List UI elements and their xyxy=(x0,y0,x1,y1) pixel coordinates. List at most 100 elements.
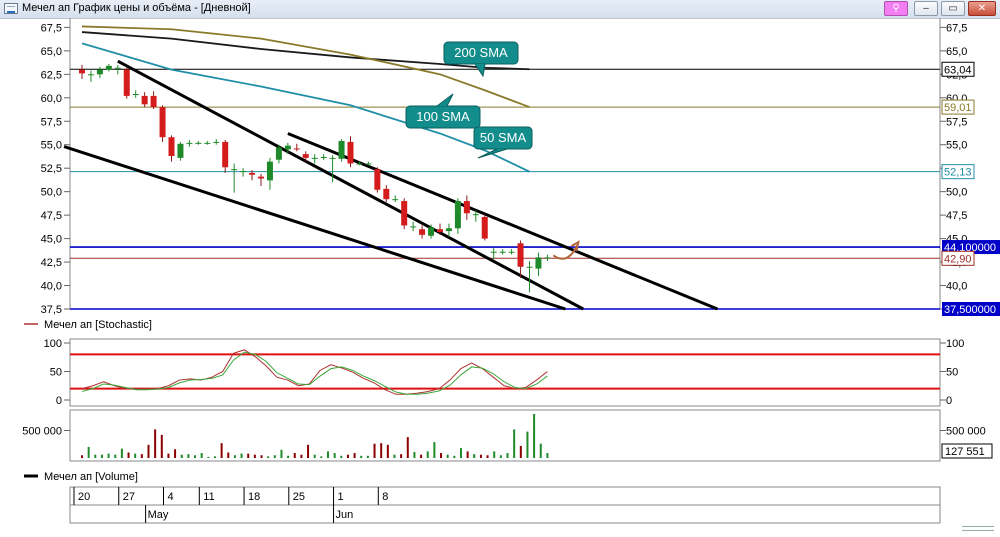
date-tick-label: 18 xyxy=(248,491,260,503)
price-volume-chart[interactable]: 37,537,540,040,042,542,545,045,047,547,5… xyxy=(0,18,1000,537)
price-ytick-label-right: 55,0 xyxy=(946,140,967,152)
candle-body xyxy=(168,137,175,156)
candle-body xyxy=(186,142,193,144)
pin-button[interactable]: ⚲ xyxy=(884,1,908,16)
sma-callout-label: 50 SMA xyxy=(480,130,527,145)
restore-button[interactable]: ▭ xyxy=(941,1,965,16)
candle-body xyxy=(150,95,157,108)
date-tick-label: 11 xyxy=(203,491,214,503)
date-tick-label: 27 xyxy=(123,491,135,503)
candle-body xyxy=(517,243,524,267)
candle-body xyxy=(87,74,94,76)
candle-body xyxy=(499,251,506,253)
price-ytick-label-left: 57,5 xyxy=(41,116,62,128)
sma-callout-label: 200 SMA xyxy=(454,45,508,60)
date-tick-label: 8 xyxy=(382,491,388,503)
candle-body xyxy=(159,107,166,138)
level-value-label: 63,04 xyxy=(944,64,972,76)
level-value-label: 59,01 xyxy=(944,102,972,114)
candle-body xyxy=(320,156,327,158)
vol-last-label: 127 551 xyxy=(945,446,985,458)
candle-body xyxy=(195,142,202,144)
candle-body xyxy=(490,251,497,253)
candle-body xyxy=(445,228,452,232)
candle-body xyxy=(114,67,121,69)
stoch-ytick-label-left: 0 xyxy=(56,395,62,407)
price-ytick-label-right: 67,5 xyxy=(946,22,967,34)
minimize-button[interactable]: – xyxy=(914,1,938,16)
candle-body xyxy=(96,69,103,75)
level-value-label: 52,13 xyxy=(944,167,972,179)
stoch-ytick-label-left: 100 xyxy=(44,338,62,350)
candle-body xyxy=(240,171,247,173)
candle-body xyxy=(231,169,238,171)
candle-body xyxy=(249,172,256,175)
window-title: Мечел ап График цены и объёма - [Дневной… xyxy=(22,2,251,14)
candle-body xyxy=(544,257,551,259)
candle-body xyxy=(79,69,85,74)
level-badge-label: 37,500000 xyxy=(944,304,996,316)
candle-body xyxy=(141,95,148,105)
app-icon xyxy=(4,3,18,14)
candle-body xyxy=(123,69,130,96)
price-ytick-label-left: 47,5 xyxy=(41,210,62,222)
price-ytick-label-right: 50,0 xyxy=(946,187,967,199)
candle-body xyxy=(526,266,533,268)
candle-body xyxy=(365,163,372,165)
candle-body xyxy=(463,201,470,214)
price-ytick-label-right: 47,5 xyxy=(946,210,967,222)
candle-body xyxy=(258,176,264,179)
candle-body xyxy=(204,142,211,144)
price-ytick-label-left: 50,0 xyxy=(41,187,62,199)
price-ytick-label-left: 65,0 xyxy=(41,46,62,58)
price-ytick-label-left: 60,0 xyxy=(41,93,62,105)
candle-body xyxy=(472,214,479,216)
candle-body xyxy=(419,229,426,235)
stoch-ytick-label-right: 50 xyxy=(946,367,958,379)
candle-body xyxy=(284,145,291,150)
date-tick-label: 1 xyxy=(338,491,344,503)
price-ytick-label-right: 57,5 xyxy=(946,116,967,128)
candle-body xyxy=(410,226,417,228)
candle-body xyxy=(177,143,184,158)
price-ytick-label-left: 42,5 xyxy=(41,257,62,269)
candle-body xyxy=(356,163,363,165)
price-ytick-label-left: 37,5 xyxy=(41,304,62,316)
price-ytick-label-left: 62,5 xyxy=(41,69,62,81)
candle-body xyxy=(132,94,139,96)
sma-callout-label: 100 SMA xyxy=(416,109,470,124)
candle-body xyxy=(329,157,336,159)
price-ytick-label-left: 45,0 xyxy=(41,234,62,246)
stoch-ytick-label-right: 0 xyxy=(946,395,952,407)
candle-body xyxy=(383,188,390,200)
vol-ytick-label-right: 500 000 xyxy=(946,426,986,438)
stochastic-legend-label: Мечел ап [Stochastic] xyxy=(44,319,152,331)
candle-body xyxy=(437,229,443,233)
candle-body xyxy=(338,140,345,159)
price-ytick-label-left: 55,0 xyxy=(41,140,62,152)
candle-body xyxy=(275,147,282,160)
date-tick-label: 20 xyxy=(78,491,90,503)
stoch-ytick-label-left: 50 xyxy=(50,367,62,379)
candle-body xyxy=(508,251,515,253)
candle-body xyxy=(293,148,300,150)
month-tick-label: Jun xyxy=(336,509,354,521)
resize-grip[interactable] xyxy=(962,526,994,531)
window-titlebar: Мечел ап График цены и объёма - [Дневной… xyxy=(0,0,1000,19)
volume-legend-label: Мечел ап [Volume] xyxy=(44,471,138,483)
price-ytick-label-left: 67,5 xyxy=(41,22,62,34)
month-tick-label: May xyxy=(148,509,169,521)
price-ytick-label-left: 52,5 xyxy=(41,163,62,175)
candle-body xyxy=(481,217,488,239)
candle-body xyxy=(428,227,435,236)
stochastic-panel-frame xyxy=(69,338,941,407)
candle-body xyxy=(392,199,399,201)
price-ytick-label-left: 40,0 xyxy=(41,281,62,293)
vol-ytick-label-left: 500 000 xyxy=(22,426,62,438)
candle-body xyxy=(105,65,112,70)
close-button[interactable]: ✕ xyxy=(968,1,996,16)
candle-body xyxy=(311,157,318,159)
candle-body xyxy=(454,201,461,229)
candle-body xyxy=(213,141,220,143)
candle-body xyxy=(401,201,408,226)
